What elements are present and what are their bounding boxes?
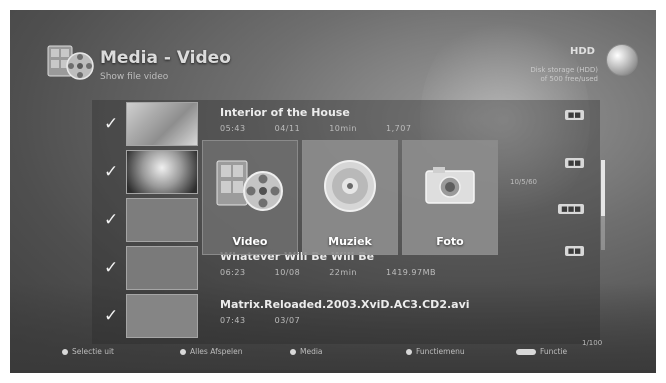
- file-icon-thumbnail: [126, 198, 198, 242]
- status-badge: ■■: [564, 110, 584, 120]
- remote-key-icon: [62, 348, 68, 355]
- status-badge: ■■■: [558, 204, 584, 214]
- file-icon-thumbnail: [126, 294, 198, 338]
- footer-hint-label: Alles Afspelen: [190, 347, 243, 356]
- status-badge: ■■: [564, 158, 584, 168]
- remote-key-icon: [406, 348, 412, 355]
- meta-size: 1419.97MB: [386, 268, 437, 277]
- checkmark-icon[interactable]: ✓: [104, 258, 118, 278]
- media-option-photo[interactable]: Foto: [402, 140, 498, 255]
- scrollbar[interactable]: [601, 160, 605, 250]
- disc-icon[interactable]: [606, 44, 638, 76]
- list-item-title: Interior of the House: [220, 106, 350, 119]
- footer-hint-label: Media: [300, 347, 323, 356]
- footer-hint-label: Functiemenu: [416, 347, 465, 356]
- media-option-video[interactable]: Video: [202, 140, 298, 255]
- media-browser-screen: Media - Video Show file video HDD Disk s…: [10, 10, 656, 373]
- meta-date: 10/08: [274, 268, 301, 277]
- footer-hint-afspelen[interactable]: Alles Afspelen: [180, 347, 242, 356]
- media-option-music[interactable]: Muziek: [302, 140, 398, 255]
- status-badge: ■■: [564, 246, 584, 256]
- page-indicator: 1/100: [582, 339, 603, 347]
- footer-hint-label: Selectie uit: [72, 347, 114, 356]
- scrollbar-thumb[interactable]: [601, 160, 605, 216]
- checkmark-icon[interactable]: ✓: [104, 162, 118, 182]
- meta-time: 07:43: [220, 316, 246, 325]
- checkmark-icon[interactable]: ✓: [104, 114, 118, 134]
- list-item-title: Matrix.Reloaded.2003.XviD.AC3.CD2.avi: [220, 298, 470, 311]
- checkmark-icon[interactable]: ✓: [104, 306, 118, 326]
- footer-hint-media[interactable]: Media: [290, 347, 323, 356]
- remote-key-icon: [180, 348, 186, 355]
- meta-date: 04/11: [274, 124, 301, 133]
- photo-camera-icon: [425, 167, 475, 204]
- meta-duration: 22min: [329, 268, 357, 277]
- video-thumbnail: [126, 150, 198, 194]
- file-icon-thumbnail: [126, 246, 198, 290]
- storage-label: HDD: [570, 46, 595, 57]
- list-item[interactable]: ✓ Matrix.Reloaded.2003.XviD.AC3.CD2.avi …: [92, 292, 600, 338]
- side-counter: 10/5/60: [510, 178, 537, 186]
- video-film-icon: [216, 160, 283, 211]
- media-option-label: Video: [232, 235, 268, 248]
- footer-hint-functie[interactable]: Functie: [516, 347, 567, 356]
- footer-hint-label: Functie: [540, 347, 568, 356]
- list-item-meta: 06:23 10/08 22min 1419.97MB: [220, 268, 462, 277]
- footer-hint-functiemenu[interactable]: Functiemenu: [406, 347, 465, 356]
- list-item-meta: 07:43 03/07: [220, 316, 326, 325]
- list-item-meta: 05:43 04/11 10min 1,707: [220, 124, 437, 133]
- footer-hint-selectie[interactable]: Selectie uit: [62, 347, 114, 356]
- meta-duration: 10min: [329, 124, 357, 133]
- meta-time: 06:23: [220, 268, 246, 277]
- page-title: Media - Video: [100, 48, 231, 68]
- film-reel-icon: [47, 45, 94, 80]
- media-option-label: Muziek: [328, 235, 372, 248]
- video-thumbnail: [126, 102, 198, 146]
- checkmark-icon[interactable]: ✓: [104, 210, 118, 230]
- storage-info-line1: Disk storage (HDD): [530, 66, 598, 74]
- storage-info-line2: of 500 free/used: [540, 75, 598, 83]
- meta-date: 03/07: [274, 316, 301, 325]
- remote-key-icon: [516, 348, 536, 355]
- meta-size: 1,707: [386, 124, 412, 133]
- remote-key-icon: [290, 348, 296, 355]
- media-option-label: Foto: [436, 235, 464, 248]
- page-subtitle: Show file video: [100, 72, 169, 82]
- meta-time: 05:43: [220, 124, 246, 133]
- music-cd-icon: [324, 160, 376, 212]
- storage-info: Disk storage (HDD) of 500 free/used: [498, 66, 598, 84]
